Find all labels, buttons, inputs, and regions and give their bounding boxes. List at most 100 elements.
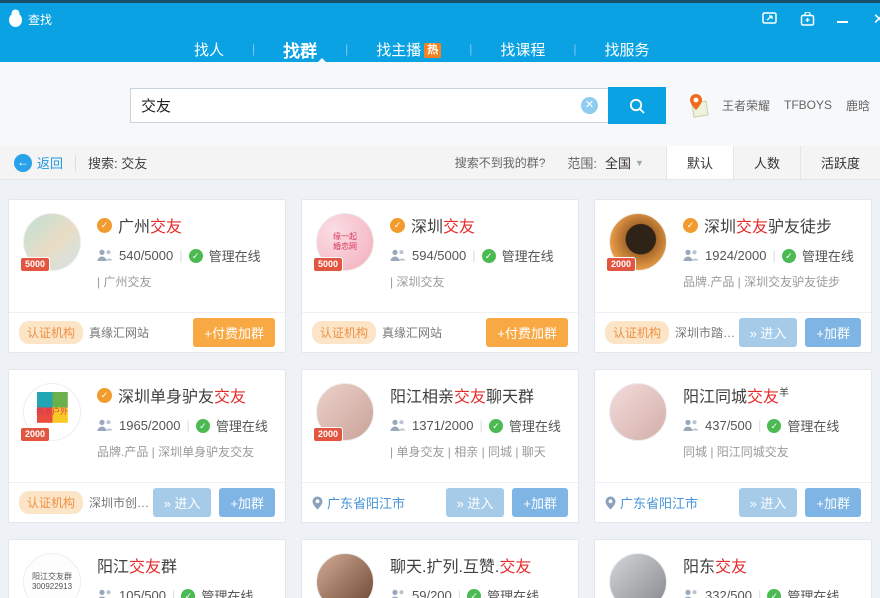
avatar-text: 阳江交友群 <box>32 572 72 582</box>
group-location[interactable]: 广东省阳江市 <box>605 493 698 512</box>
capacity-badge: 2000 <box>20 427 50 442</box>
scope-dropdown[interactable]: 全国 <box>605 153 631 172</box>
member-count: 1371/2000 <box>412 418 473 433</box>
hot-word[interactable]: 鹿晗 <box>846 97 870 114</box>
enter-group-button[interactable]: » 进入 <box>153 488 212 517</box>
group-avatar[interactable]: 2000 <box>609 213 669 273</box>
group-avatar[interactable] <box>609 553 669 598</box>
close-button[interactable]: ✕ <box>871 11 880 27</box>
avatar-text: 300922913 <box>32 582 72 592</box>
cant-find-group-link[interactable]: 搜索不到我的群? <box>455 154 546 171</box>
sort-tab-activity[interactable]: 活跃度 <box>800 146 880 179</box>
window-title: 查找 <box>28 11 52 28</box>
member-count: 105/500 <box>119 588 166 598</box>
join-group-button[interactable]: +加群 <box>219 488 275 517</box>
group-title[interactable]: 深圳单身驴友交友 <box>118 383 246 407</box>
certified-org-badge: 认证机构 <box>19 321 83 344</box>
enter-group-button[interactable]: » 进入 <box>739 318 798 347</box>
sort-tab-members[interactable]: 人数 <box>733 146 800 179</box>
group-avatar[interactable] <box>316 553 376 598</box>
group-avatar[interactable] <box>609 383 669 443</box>
group-results-grid: 5000 ✓ 广州交友 540/5000 | ✓ 管理在线 | 广州交友 认证机… <box>8 199 872 598</box>
group-title[interactable]: 广州交友 <box>118 213 182 237</box>
group-title[interactable]: 深圳交友驴友徒步 <box>704 213 832 237</box>
tab-find-streamers[interactable]: 找主播热 <box>370 39 447 60</box>
certified-org-badge: 认证机构 <box>605 321 669 344</box>
group-title[interactable]: 阳江同城交友羊 <box>683 383 789 407</box>
category-tabs: 找人 | 找群 | 找主播热 | 找课程 | 找服务 <box>0 33 880 65</box>
toolbox-icon[interactable] <box>799 11 815 27</box>
certified-org-name: 深圳市踏浪户外... <box>675 324 739 341</box>
group-tags: 同城 | 阳江同城交友 <box>683 443 863 460</box>
capacity-badge: 2000 <box>313 427 343 442</box>
enter-group-button[interactable]: » 进入 <box>446 488 505 517</box>
qq-penguin-icon <box>8 9 23 27</box>
admin-online-status: 管理在线 <box>509 416 561 435</box>
members-icon <box>683 249 699 262</box>
join-group-button[interactable]: +加群 <box>805 318 861 347</box>
clear-search-icon[interactable]: ✕ <box>581 97 598 114</box>
enter-group-button[interactable]: » 进入 <box>739 488 798 517</box>
online-check-icon: ✓ <box>181 589 195 598</box>
chevron-down-icon[interactable]: ▼ <box>635 158 644 168</box>
feedback-icon[interactable] <box>761 11 777 27</box>
verified-icon: ✓ <box>97 218 112 233</box>
members-icon <box>390 589 406 598</box>
avatar-text: 婚恋网 <box>333 242 357 252</box>
group-location[interactable]: 广东省阳江市 <box>312 493 405 512</box>
group-title[interactable]: 阳江交友群 <box>97 553 177 577</box>
join-group-button[interactable]: +加群 <box>805 488 861 517</box>
group-avatar[interactable]: 缘一起婚恋网 5000 <box>316 213 376 273</box>
group-card[interactable]: 阳东交友 332/500 | ✓ 管理在线 <box>594 539 872 598</box>
group-avatar[interactable]: 携手户外 2000 <box>23 383 83 443</box>
online-check-icon: ✓ <box>767 419 781 433</box>
group-tags: | 广州交友 <box>97 273 277 290</box>
pay-join-button[interactable]: +付费加群 <box>486 318 568 347</box>
admin-online-status: 管理在线 <box>216 416 268 435</box>
pay-join-button[interactable]: +付费加群 <box>193 318 275 347</box>
admin-online-status: 管理在线 <box>502 246 554 265</box>
search-input[interactable] <box>141 97 581 114</box>
group-title[interactable]: 深圳交友 <box>411 213 475 237</box>
back-arrow-icon: ← <box>14 154 32 172</box>
admin-online-status: 管理在线 <box>209 246 261 265</box>
online-check-icon: ✓ <box>467 589 481 598</box>
group-card[interactable]: 2000 ✓ 深圳交友驴友徒步 1924/2000 | ✓ 管理在线 品牌.产品… <box>594 199 872 353</box>
verified-icon: ✓ <box>390 218 405 233</box>
capacity-badge: 5000 <box>20 257 50 272</box>
group-card[interactable]: 5000 ✓ 广州交友 540/5000 | ✓ 管理在线 | 广州交友 认证机… <box>8 199 286 353</box>
minimize-button[interactable] <box>837 13 849 25</box>
back-button[interactable]: ← 返回 <box>14 153 63 172</box>
group-title[interactable]: 阳东交友 <box>683 553 747 577</box>
certified-org-name: 真缘汇网站 <box>382 324 442 341</box>
search-summary: 搜索: 交友 <box>88 153 147 172</box>
nearby-map-pin-icon[interactable] <box>686 92 710 118</box>
hot-word[interactable]: 王者荣耀 <box>722 97 770 114</box>
hot-word[interactable]: TFBOYS <box>784 98 832 112</box>
window-header: 查找 ✕ 找人 | 找群 | 找主播热 | 找课程 | 找服务 <box>0 0 880 62</box>
group-avatar[interactable]: 5000 <box>23 213 83 273</box>
group-avatar[interactable]: 阳江交友群300922913 <box>23 553 83 598</box>
group-avatar[interactable]: 2000 <box>316 383 376 443</box>
group-title[interactable]: 阳江相亲交友聊天群 <box>390 383 534 407</box>
group-card[interactable]: 2000 阳江相亲交友聊天群 1371/2000 | ✓ 管理在线 | 单身交友… <box>301 369 579 523</box>
group-card[interactable]: 聊天.扩列.互赞.交友 59/200 | ✓ 管理在线 <box>301 539 579 598</box>
group-card[interactable]: 阳江同城交友羊 437/500 | ✓ 管理在线 同城 | 阳江同城交友 广东省… <box>594 369 872 523</box>
group-tags: | 单身交友 | 相亲 | 同城 | 聊天 <box>390 443 570 460</box>
group-card[interactable]: 阳江交友群300922913 阳江交友群 105/500 | ✓ 管理在线 <box>8 539 286 598</box>
search-button[interactable] <box>608 87 666 124</box>
group-card[interactable]: 缘一起婚恋网 5000 ✓ 深圳交友 594/5000 | ✓ 管理在线 | 深… <box>301 199 579 353</box>
group-title[interactable]: 聊天.扩列.互赞.交友 <box>390 553 531 577</box>
tab-find-people[interactable]: 找人 <box>188 39 230 60</box>
certified-org-name: 深圳市创鑫飞电... <box>89 494 153 511</box>
join-group-button[interactable]: +加群 <box>512 488 568 517</box>
tab-find-services[interactable]: 找服务 <box>599 39 656 60</box>
online-check-icon: ✓ <box>189 249 203 263</box>
tab-find-courses[interactable]: 找课程 <box>494 39 551 60</box>
admin-online-status: 管理在线 <box>802 246 854 265</box>
group-card[interactable]: 携手户外 2000 ✓ 深圳单身驴友交友 1965/2000 | ✓ 管理在线 … <box>8 369 286 523</box>
members-icon <box>390 419 406 432</box>
certified-org-badge: 认证机构 <box>312 321 376 344</box>
sort-tab-default[interactable]: 默认 <box>666 146 733 179</box>
members-icon <box>683 589 699 598</box>
